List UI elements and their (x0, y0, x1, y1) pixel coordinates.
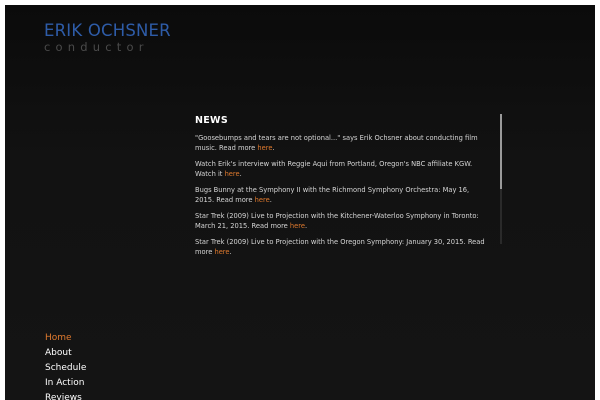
news-item-end: . (305, 222, 308, 230)
news-item-text: Star Trek (2009) Live to Projection with… (195, 238, 485, 256)
news-item-text: Star Trek (2009) Live to Projection with… (195, 212, 479, 230)
news-item-text: "Goosebumps and tears are not optional..… (195, 134, 478, 152)
page-frame: ERIK OCHSNER conductor NEWS "Goosebumps … (5, 5, 595, 400)
news-item-link[interactable]: here (257, 144, 272, 152)
news-panel: NEWS "Goosebumps and tears are not optio… (195, 115, 485, 263)
news-scrollbar[interactable] (500, 114, 502, 244)
news-item: "Goosebumps and tears are not optional..… (195, 133, 485, 153)
logo-role: conductor (44, 40, 149, 54)
news-title: NEWS (195, 115, 228, 126)
news-item: Star Trek (2009) Live to Projection with… (195, 237, 485, 257)
logo-name: ERIK OCHSNER (44, 21, 171, 40)
nav-item-schedule[interactable]: Schedule (45, 361, 86, 376)
news-item-end: . (229, 248, 232, 256)
news-item: Watch Erik's interview with Reggie Aqui … (195, 159, 485, 179)
news-item-text: Bugs Bunny at the Symphony II with the R… (195, 186, 470, 204)
nav-item-in-action[interactable]: In Action (45, 376, 86, 391)
nav-item-reviews[interactable]: Reviews (45, 391, 86, 400)
news-item-end: . (239, 170, 242, 178)
nav-item-home[interactable]: Home (45, 331, 86, 346)
news-item: Bugs Bunny at the Symphony II with the R… (195, 185, 485, 205)
news-item: Star Trek (2009) Live to Projection with… (195, 211, 485, 231)
main-nav: Home About Schedule In Action Reviews (45, 331, 86, 400)
site-logo[interactable]: ERIK OCHSNER conductor (44, 21, 171, 54)
news-item-link[interactable]: here (225, 170, 240, 178)
news-item-link[interactable]: here (214, 248, 229, 256)
news-item-link[interactable]: here (255, 196, 270, 204)
nav-item-about[interactable]: About (45, 346, 86, 361)
news-item-end: . (269, 196, 272, 204)
news-scroll-thumb[interactable] (500, 114, 502, 189)
news-item-link[interactable]: here (290, 222, 305, 230)
news-item-end: . (272, 144, 275, 152)
